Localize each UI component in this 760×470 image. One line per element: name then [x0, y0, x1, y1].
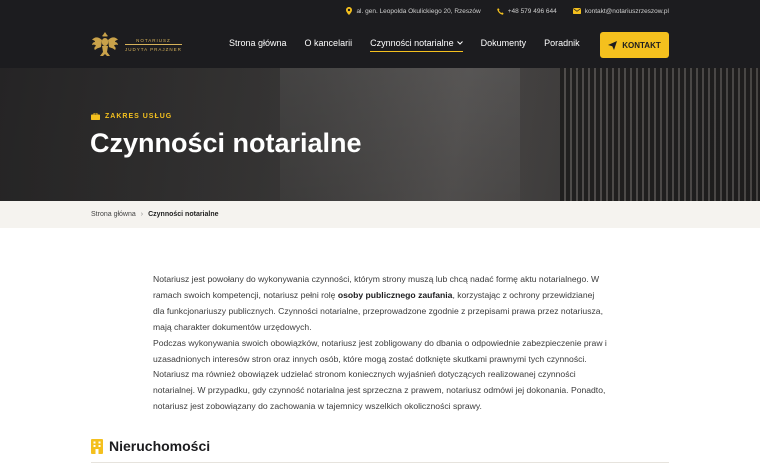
chevron-down-icon: [456, 41, 463, 45]
nav-item-home[interactable]: Strona główna: [229, 38, 287, 52]
breadcrumb-separator-icon: ›: [140, 211, 144, 218]
logo-line-name: JUDYTA PRAJZNER: [125, 47, 182, 52]
logo-line-notariusz: NOTARIUSZ: [125, 38, 182, 45]
breadcrumb-current: Czynności notarialne: [148, 211, 219, 218]
section-title: Nieruchomości: [109, 438, 211, 454]
page-title: Czynności notarialne: [90, 128, 362, 158]
topbar: al. gen. Leopolda Okulickiego 20, Rzeszó…: [346, 5, 669, 17]
page-hero: ZAKRES USŁUG Czynności notarialne: [0, 68, 760, 201]
hero-kicker: ZAKRES USŁUG: [91, 113, 172, 120]
email-text: kontakt@notariuszrzeszow.pl: [584, 7, 669, 15]
address-text: al. gen. Leopolda Okulickiego 20, Rzeszó…: [356, 7, 481, 15]
paper-plane-icon: [608, 40, 618, 50]
nav-item-label: Poradnik: [544, 38, 580, 48]
breadcrumb: Strona główna › Czynności notarialne: [0, 201, 760, 228]
topbar-email[interactable]: kontakt@notariuszrzeszow.pl: [572, 7, 669, 15]
intro-paragraph-2: Podczas wykonywania swoich obowiązków, n…: [153, 337, 607, 412]
nav-item-about[interactable]: O kancelarii: [305, 38, 353, 52]
topbar-phone[interactable]: +48 579 496 644: [496, 7, 557, 15]
breadcrumb-home-link[interactable]: Strona główna: [91, 211, 136, 218]
building-icon: [91, 438, 103, 454]
contact-button-label: KONTAKT: [622, 40, 661, 50]
main-nav: Strona główna O kancelarii Czynności not…: [229, 38, 580, 52]
topbar-address[interactable]: al. gen. Leopolda Okulickiego 20, Rzeszó…: [346, 7, 481, 15]
location-pin-icon: [346, 7, 353, 15]
section-divider: [91, 462, 669, 463]
nav-item-label: Strona główna: [229, 38, 287, 48]
envelope-icon: [572, 8, 581, 14]
nav-item-label: Czynności notarialne: [370, 38, 454, 48]
logo-text: NOTARIUSZ JUDYTA PRAJZNER: [125, 38, 182, 52]
hero-kicker-text: ZAKRES USŁUG: [105, 113, 173, 120]
phone-text: +48 579 496 644: [507, 7, 557, 15]
section-heading-real-estate: Nieruchomości: [91, 438, 210, 454]
intro-p1-bold: osoby publicznego zaufania: [337, 289, 453, 300]
eagle-emblem-icon: [92, 32, 118, 56]
intro-text: Notariusz jest powołany do wykonywania c…: [153, 272, 608, 415]
nav-item-label: Dokumenty: [480, 38, 527, 48]
phone-icon: [496, 7, 504, 15]
site-header: al. gen. Leopolda Okulickiego 20, Rzeszó…: [0, 0, 760, 68]
contact-button[interactable]: KONTAKT: [600, 32, 669, 58]
nav-item-documents[interactable]: Dokumenty: [481, 38, 527, 52]
nav-item-notarial-services[interactable]: Czynności notarialne: [370, 38, 463, 52]
nav-item-guide[interactable]: Poradnik: [544, 38, 580, 52]
briefcase-icon: [91, 113, 100, 120]
site-logo[interactable]: NOTARIUSZ JUDYTA PRAJZNER: [91, 30, 182, 60]
nav-item-label: O kancelarii: [304, 38, 353, 48]
intro-paragraph-1: Notariusz jest powołany do wykonywania c…: [153, 272, 608, 336]
